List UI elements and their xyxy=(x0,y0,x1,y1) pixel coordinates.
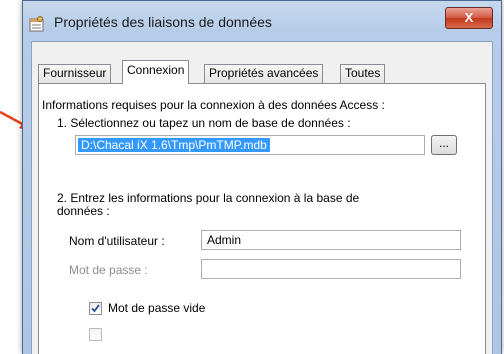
step1-label: 1. Sélectionnez ou tapez un nom de base … xyxy=(57,116,351,130)
data-link-icon xyxy=(29,16,44,32)
step2-label-line1: 2. Entrez les informations pour la conne… xyxy=(57,191,360,205)
connection-panel: Informations requises pour la connexion … xyxy=(38,83,486,354)
dialog-body: Fournisseur Connexion Propriétés avancée… xyxy=(31,41,493,354)
username-label: Nom d'utilisateur : xyxy=(69,234,165,248)
database-path-value: D:\Chacal iX 1.6\Tmp\PmTMP.mdb xyxy=(78,138,270,152)
window-title: Propriétés des liaisons de données xyxy=(54,14,272,30)
blank-password-checkbox[interactable] xyxy=(89,302,102,315)
next-option-checkbox[interactable] xyxy=(89,328,102,341)
close-button[interactable]: X xyxy=(445,7,493,29)
tab-proprietes-avancees[interactable]: Propriétés avancées xyxy=(204,64,324,83)
password-label: Mot de passe : xyxy=(69,263,148,277)
tab-fournisseur[interactable]: Fournisseur xyxy=(38,64,112,83)
tab-toutes[interactable]: Toutes xyxy=(340,64,386,83)
username-input[interactable]: Admin xyxy=(201,230,461,250)
blank-password-label: Mot de passe vide xyxy=(108,301,206,315)
title-bar[interactable]: Propriétés des liaisons de données X xyxy=(23,1,501,41)
checkmark-icon xyxy=(91,304,100,313)
data-link-properties-dialog: Propriétés des liaisons de données X Fou… xyxy=(22,0,502,354)
intro-text: Informations requises pour la connexion … xyxy=(42,98,385,112)
password-input[interactable] xyxy=(201,259,461,279)
browse-button[interactable]: ... xyxy=(431,135,457,155)
tab-connexion[interactable]: Connexion xyxy=(122,60,190,84)
username-value: Admin xyxy=(207,233,242,247)
database-path-input[interactable]: D:\Chacal iX 1.6\Tmp\PmTMP.mdb xyxy=(75,135,425,155)
step2-label-line2: données : xyxy=(57,204,110,218)
